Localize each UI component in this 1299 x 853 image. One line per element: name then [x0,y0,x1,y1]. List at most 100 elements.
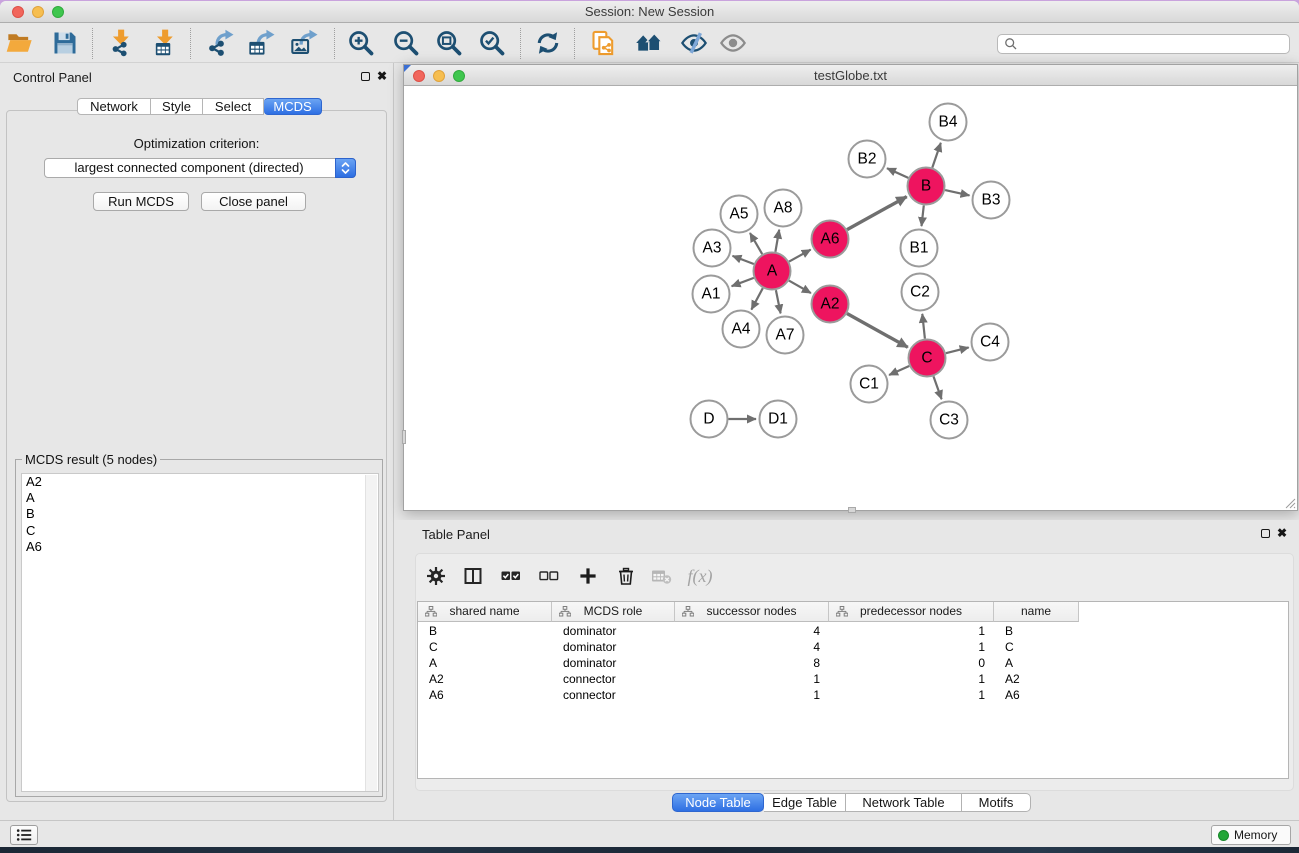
split-view-button[interactable] [461,564,485,588]
column-header-predecessor-nodes[interactable]: predecessor nodes [829,602,994,622]
select-none-check-button[interactable] [537,564,561,588]
cell-successor_nodes[interactable]: 4 [675,623,820,639]
run-mcds-button[interactable]: Run MCDS [93,192,189,211]
add-column-button[interactable] [576,564,600,588]
control-tab-select[interactable]: Select [203,98,264,115]
cell-successor_nodes[interactable]: 1 [675,687,820,703]
cell-shared_name[interactable]: B [429,623,552,639]
table-row-A[interactable]: Adominator80A [418,655,1288,671]
graph-node-B[interactable]: B [908,168,945,205]
edge-C-C1[interactable] [889,366,909,375]
cell-predecessor_nodes[interactable]: 1 [829,623,985,639]
cell-mcds_role[interactable]: dominator [563,623,675,639]
cell-shared_name[interactable]: A6 [429,687,552,703]
function-builder-button[interactable]: f(x) [688,564,712,588]
table-tab-edge-table[interactable]: Edge Table [764,793,846,812]
copy-share-button[interactable] [590,29,618,57]
mcds-result-item[interactable]: A [22,490,378,506]
zoom-out-button[interactable] [392,29,420,57]
zoom-fit-button[interactable] [435,29,463,57]
graph-node-A[interactable]: A [754,253,791,290]
gear-button[interactable] [424,564,448,588]
column-header-shared-name[interactable]: shared name [418,602,552,622]
criterion-dropdown[interactable]: largest connected component (directed) [44,158,356,178]
cell-shared_name[interactable]: A [429,655,552,671]
show-panels-button[interactable] [10,825,38,845]
mcds-result-item[interactable]: A6 [22,539,378,555]
mcds-result-item[interactable]: B [22,506,378,522]
graph-node-A2[interactable]: A2 [812,286,849,323]
graph-node-B4[interactable]: B4 [930,104,967,141]
graph-node-C1[interactable]: C1 [851,366,888,403]
graph-node-A7[interactable]: A7 [767,317,804,354]
cell-mcds_role[interactable]: connector [563,687,675,703]
window-left-resize-handle[interactable] [402,430,406,444]
import-table-button[interactable] [150,29,178,57]
cell-mcds_role[interactable]: connector [563,671,675,687]
graph-node-A6[interactable]: A6 [812,221,849,258]
graph-node-A8[interactable]: A8 [765,190,802,227]
cell-successor_nodes[interactable]: 1 [675,671,820,687]
edge-B-B4[interactable] [932,143,941,168]
save-button[interactable] [51,29,79,57]
close-panel-icon[interactable]: ✖ [377,68,387,84]
table-row-A2[interactable]: A2connector11A2 [418,671,1288,687]
refresh-button[interactable] [534,29,562,57]
edge-A-A4[interactable] [751,288,762,309]
table-row-C[interactable]: Cdominator41C [418,639,1288,655]
result-list-scrollbar[interactable] [365,475,377,792]
home-button[interactable] [635,29,663,57]
control-tab-network[interactable]: Network [77,98,151,115]
edge-A6-B[interactable] [847,197,907,230]
cell-name[interactable]: B [1005,623,1079,639]
column-header-name[interactable]: name [994,602,1079,622]
cell-shared_name[interactable]: A2 [429,671,552,687]
table-tab-network-table[interactable]: Network Table [846,793,962,812]
graph-node-C3[interactable]: C3 [931,402,968,439]
cell-name[interactable]: C [1005,639,1079,655]
edge-A-A5[interactable] [750,233,762,254]
graph-node-C[interactable]: C [909,340,946,377]
search-box[interactable] [997,34,1290,54]
edge-C-C2[interactable] [922,314,925,339]
cell-name[interactable]: A2 [1005,671,1079,687]
mcds-result-item[interactable]: C [22,523,378,539]
table-tab-motifs[interactable]: Motifs [962,793,1031,812]
column-header-MCDS-role[interactable]: MCDS role [552,602,675,622]
show-detail-button[interactable] [719,29,747,57]
edge-C-C4[interactable] [946,347,969,353]
table-tab-node-table[interactable]: Node Table [672,793,764,812]
control-tab-mcds[interactable]: MCDS [264,98,322,115]
edge-A2-C[interactable] [847,314,908,348]
export-image-button[interactable] [290,29,318,57]
export-network-button[interactable] [206,29,234,57]
graph-node-C2[interactable]: C2 [902,274,939,311]
cell-predecessor_nodes[interactable]: 1 [829,639,985,655]
edge-C-C3[interactable] [934,376,942,399]
close-panel-button[interactable]: Close panel [201,192,306,211]
table-row-B[interactable]: Bdominator41 B [418,623,1288,639]
edge-B-B3[interactable] [945,190,969,195]
mcds-result-item[interactable]: A2 [22,474,378,490]
edge-A-A8[interactable] [775,230,779,252]
edge-A-A1[interactable] [732,278,754,286]
memory-indicator[interactable]: Memory [1211,825,1291,845]
cell-name[interactable]: A [1005,655,1079,671]
edge-A-A7[interactable] [776,290,781,313]
delete-table-button[interactable] [650,564,674,588]
select-all-check-button[interactable] [499,564,523,588]
graph-node-A4[interactable]: A4 [723,311,760,348]
graph-node-B1[interactable]: B1 [901,230,938,267]
resize-grip-icon[interactable] [1285,498,1296,509]
network-canvas[interactable]: B4 B2 B B3 B1 A5 A8 A6 A3 A A1 A4 A7 [404,87,1297,510]
import-network-button[interactable] [106,29,134,57]
graph-node-D1[interactable]: D1 [760,401,797,438]
table-row-A6[interactable]: A6connector11A6 [418,687,1288,703]
cell-successor_nodes[interactable]: 8 [675,655,820,671]
graph-node-C4[interactable]: C4 [972,324,1009,361]
cell-mcds_role[interactable]: dominator [563,655,675,671]
delete-column-button[interactable] [614,564,638,588]
edge-A-A2[interactable] [789,281,811,294]
edge-B-B1[interactable] [922,205,924,226]
table-close-panel-icon[interactable]: ✖ [1277,525,1287,541]
